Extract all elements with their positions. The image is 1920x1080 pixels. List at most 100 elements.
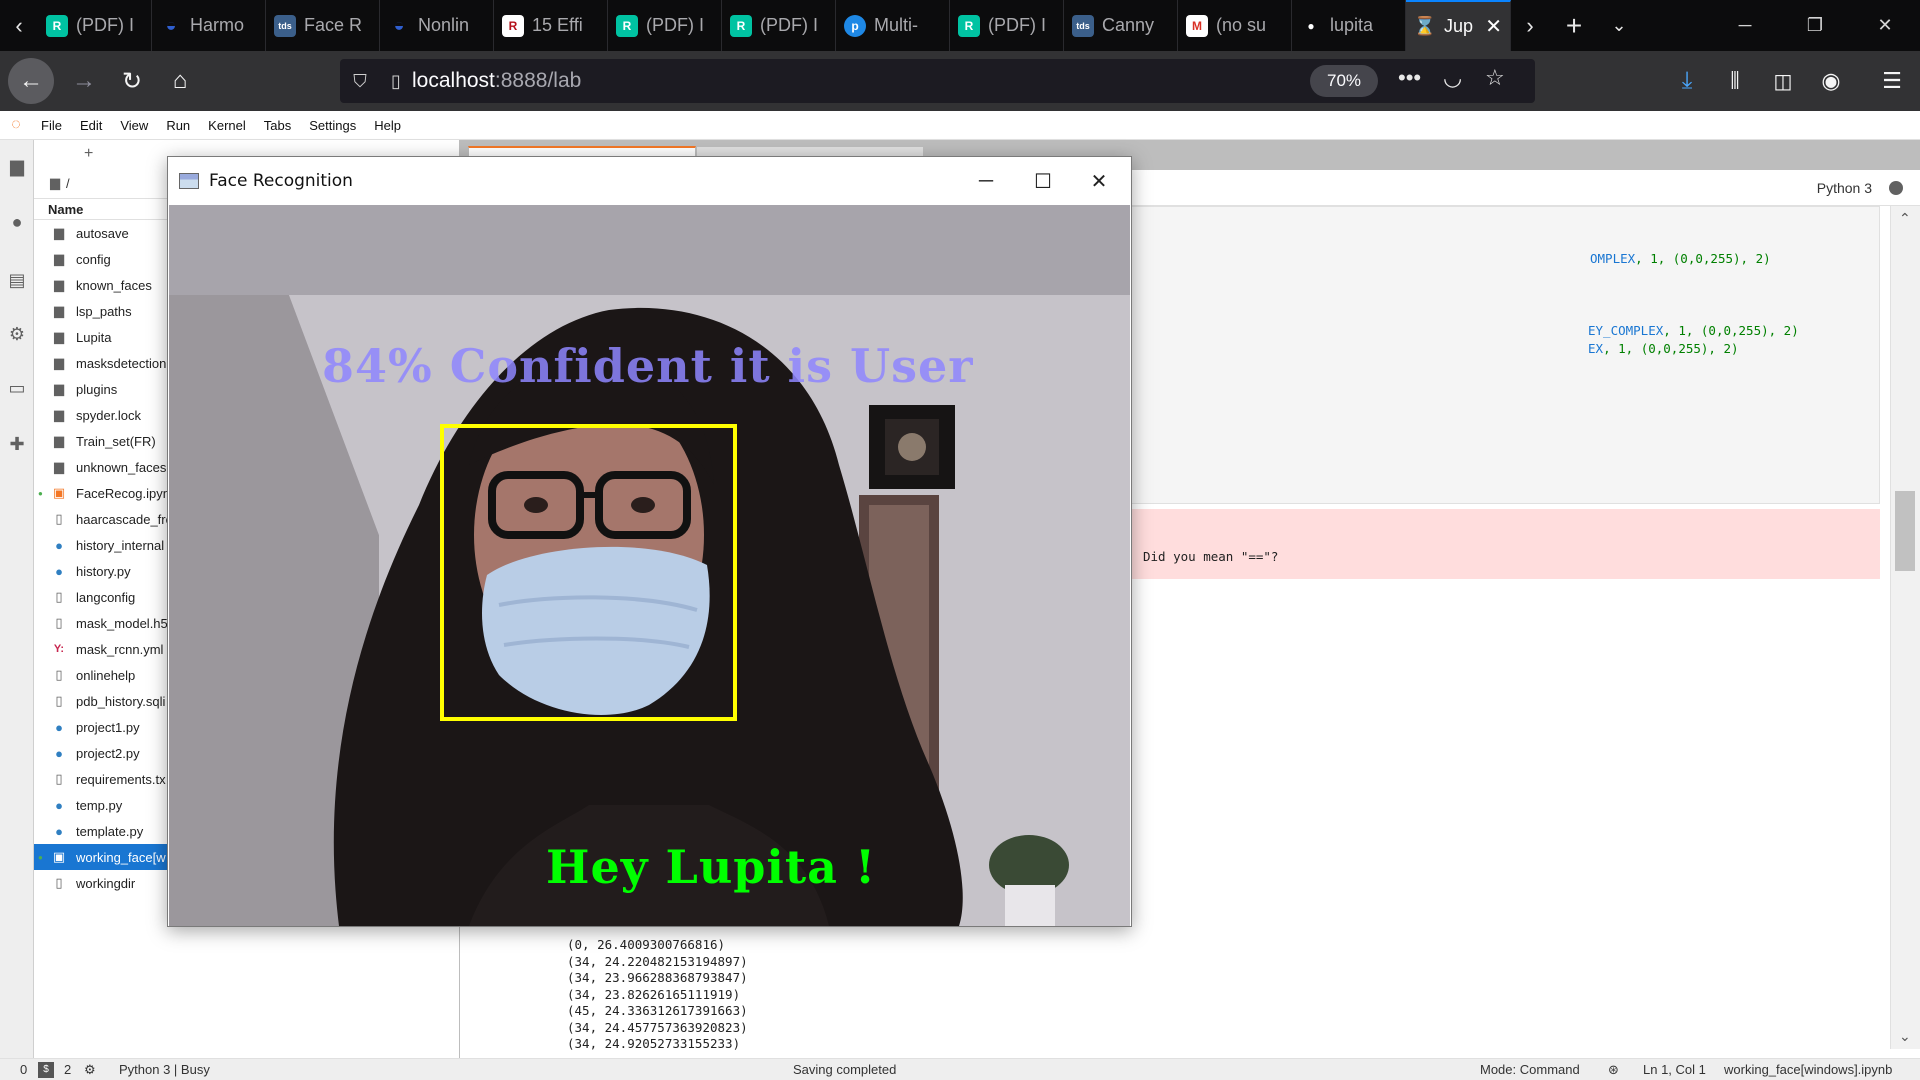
tab-strip-spacer <box>1639 0 1710 51</box>
tab-title: (PDF) I <box>760 15 818 35</box>
zoom-level-button[interactable]: 70% <box>1310 65 1378 97</box>
minimize-button[interactable]: ─ <box>958 157 1014 205</box>
list-all-tabs-button[interactable]: ⌄ <box>1599 0 1639 51</box>
downloads-icon[interactable]: ⤓ <box>1663 57 1711 105</box>
terminal-icon[interactable]: $ <box>38 1062 54 1078</box>
hourglass-icon: ⌛ <box>1413 16 1437 36</box>
close-tab-icon[interactable]: ✕ <box>1485 14 1502 39</box>
mode-indicator[interactable]: Mode: Command <box>1480 1062 1580 1077</box>
status-count[interactable]: 0 <box>20 1062 27 1077</box>
restore-window-button[interactable]: ❐ <box>1780 0 1850 51</box>
maximize-button[interactable]: ☐ <box>1015 157 1071 205</box>
bookmark-star-icon[interactable]: ☆ <box>1485 65 1505 91</box>
pocket-icon[interactable]: ◡ <box>1443 65 1462 91</box>
wave-icon: ◒ <box>393 15 405 35</box>
sidebar-icon[interactable]: ◫ <box>1759 57 1807 105</box>
commands-icon[interactable]: ▤ <box>7 270 27 290</box>
file-name: mask_rcnn.yml <box>76 641 164 657</box>
menu-run[interactable]: Run <box>157 118 199 133</box>
file-name: spyder.lock <box>76 407 142 423</box>
open-tabs-icon[interactable]: ▭ <box>7 378 27 398</box>
kernel-status-icon <box>1889 181 1903 195</box>
notebook-scrollbar[interactable]: ⌃ ⌄ <box>1890 206 1920 1049</box>
menu-view[interactable]: View <box>111 118 157 133</box>
file-name: autosave <box>76 225 129 241</box>
notebook-icon: ▣ <box>52 849 66 864</box>
status-count[interactable]: 2 <box>64 1062 71 1077</box>
browser-tab[interactable]: R (PDF) I <box>608 0 722 51</box>
cursor-position[interactable]: Ln 1, Col 1 <box>1643 1062 1706 1077</box>
browser-tab[interactable]: ◒ Nonlin <box>380 0 494 51</box>
page-actions-icon[interactable]: ••• <box>1398 65 1421 91</box>
back-button[interactable]: ← <box>8 58 54 104</box>
home-button[interactable]: ⌂ <box>156 57 204 105</box>
menu-file[interactable]: File <box>32 118 71 133</box>
status-message: Saving completed <box>793 1062 897 1077</box>
camera-frame: 84% Confident it is User Hey Lupita ! <box>169 205 1130 926</box>
tab-scroll-left-button[interactable]: ‹ <box>0 0 38 51</box>
browser-tab[interactable]: R 15 Effi <box>494 0 608 51</box>
close-button[interactable]: ✕ <box>1071 157 1127 205</box>
browser-tab[interactable]: R (PDF) I <box>722 0 836 51</box>
new-tab-button[interactable]: + <box>1549 0 1599 51</box>
breadcrumb-root[interactable]: / <box>66 176 70 191</box>
browser-tab[interactable]: tds Face R <box>266 0 380 51</box>
url-path: :8888/lab <box>494 69 582 92</box>
tab-title: 15 Effi <box>532 15 583 35</box>
menu-edit[interactable]: Edit <box>71 118 111 133</box>
browser-tab[interactable]: R (PDF) I <box>950 0 1064 51</box>
url-text[interactable]: localhost:8888/lab <box>412 69 581 93</box>
browser-tab[interactable]: R (PDF) I <box>38 0 152 51</box>
folder-icon[interactable]: ▆ <box>50 175 60 191</box>
forward-button[interactable]: → <box>60 57 108 105</box>
error-message: Did you mean "=="? <box>1143 549 1279 564</box>
code-token: EX <box>1588 341 1604 356</box>
file-name: langconfig <box>76 589 136 605</box>
face-detection-box <box>440 424 737 721</box>
bug-icon[interactable]: ⊛ <box>1608 1062 1619 1078</box>
folder-icon[interactable]: ▆ <box>7 156 27 176</box>
hamburger-menu-icon[interactable]: ☰ <box>1868 57 1916 105</box>
tab-jupyter-active[interactable]: ⌛ Jup ✕ <box>1406 0 1511 51</box>
new-launcher-icon[interactable]: + <box>84 145 93 163</box>
account-icon[interactable]: ◉ <box>1807 57 1855 105</box>
browser-tab[interactable]: p Multi- <box>836 0 950 51</box>
minimize-window-button[interactable]: ─ <box>1710 0 1780 51</box>
menu-tabs[interactable]: Tabs <box>255 118 300 133</box>
extensions-icon[interactable]: ✚ <box>7 434 27 454</box>
browser-tab[interactable]: tds Canny <box>1064 0 1178 51</box>
scroll-down-icon[interactable]: ⌄ <box>1899 1028 1911 1045</box>
folder-icon: ▆ <box>54 251 64 266</box>
column-name-header[interactable]: Name <box>48 202 83 217</box>
output-line: (34, 23.966288368793847) <box>567 970 748 985</box>
property-inspector-icon[interactable]: ⚙ <box>7 324 27 344</box>
library-icon[interactable]: ⫼ <box>1711 57 1759 105</box>
browser-tab[interactable]: ◒ Harmo <box>152 0 266 51</box>
menu-settings[interactable]: Settings <box>300 118 365 133</box>
tab-title: Face R <box>304 15 363 35</box>
url-bar[interactable]: ⛉ ▯ localhost:8888/lab 70% ••• ◡ ☆ <box>340 59 1535 103</box>
tab-title: (no su <box>1216 15 1267 35</box>
scrollbar-thumb[interactable] <box>1895 491 1915 571</box>
researchgate-icon: R <box>46 14 68 37</box>
menu-kernel[interactable]: Kernel <box>199 118 255 133</box>
folder-icon: ▆ <box>54 433 64 448</box>
running-kernels-icon[interactable]: ● <box>7 212 27 232</box>
tab-scroll-right-button[interactable]: › <box>1511 0 1549 51</box>
folder-icon: ▆ <box>54 355 64 370</box>
browser-tab[interactable]: ● lupita <box>1292 0 1406 51</box>
menu-help[interactable]: Help <box>365 118 410 133</box>
close-window-button[interactable]: ✕ <box>1850 0 1920 51</box>
browser-tab[interactable]: M (no su <box>1178 0 1292 51</box>
page-icon[interactable]: ▯ <box>380 71 412 92</box>
reload-button[interactable]: ↻ <box>108 57 156 105</box>
kernel-state[interactable]: Python 3 | Busy <box>119 1062 210 1077</box>
scroll-up-icon[interactable]: ⌃ <box>1899 210 1911 227</box>
kernel-settings-icon[interactable]: ⚙ <box>84 1062 96 1078</box>
file-icon: ▯ <box>55 589 63 604</box>
folder-icon: ▆ <box>54 329 64 344</box>
shield-icon[interactable]: ⛉ <box>340 71 380 92</box>
file-icon: ▯ <box>55 693 63 708</box>
file-name: mask_model.h5 <box>76 615 168 631</box>
kernel-name[interactable]: Python 3 <box>1817 180 1872 196</box>
